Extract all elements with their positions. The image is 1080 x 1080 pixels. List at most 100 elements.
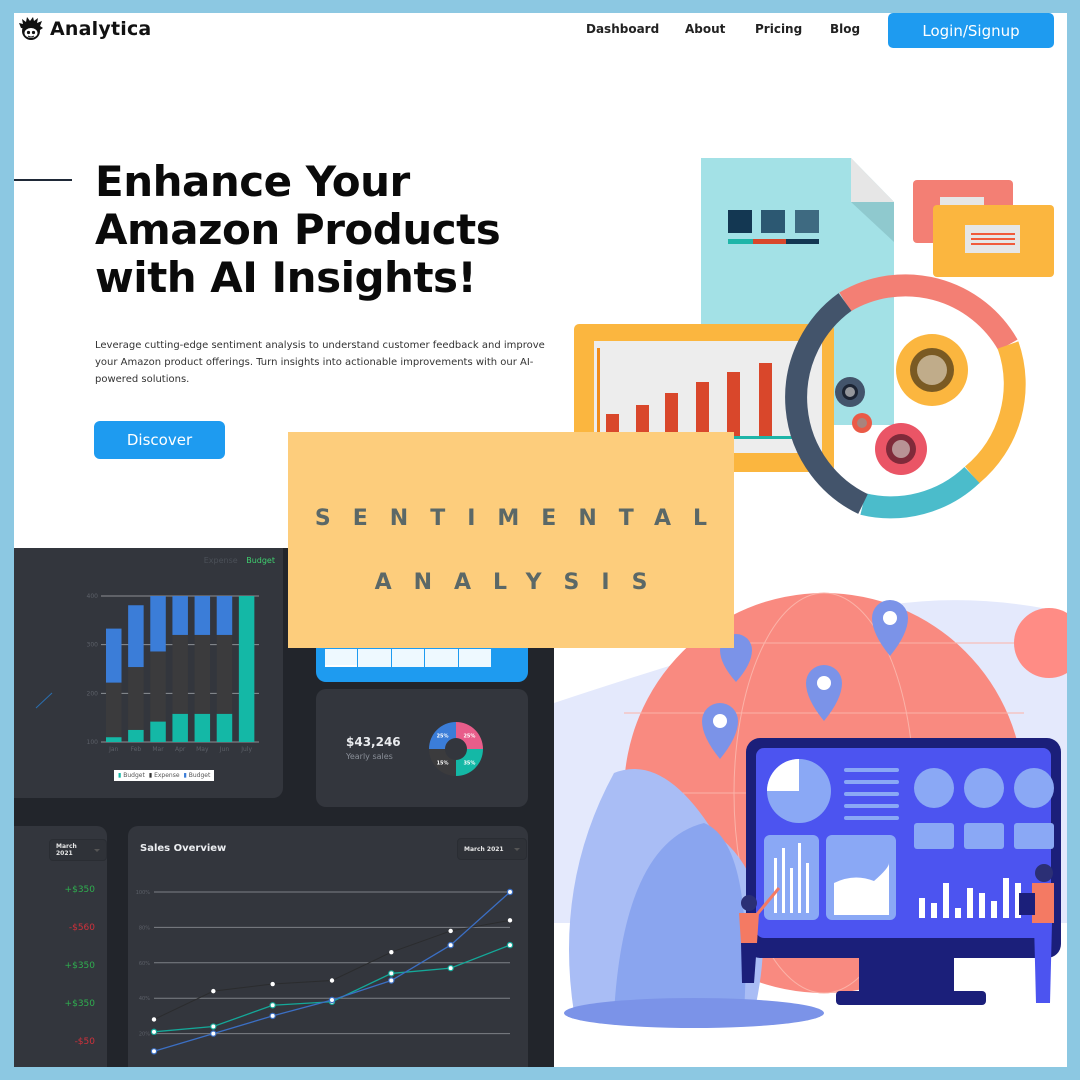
table-cell: [458, 649, 492, 667]
login-signup-button[interactable]: Login/Signup: [888, 13, 1054, 48]
data-point: [210, 1030, 217, 1037]
sales-overview-card: Sales Overview March 2021 0% 20% 40% 60% 80%…: [128, 826, 528, 1067]
data-point: [269, 1002, 276, 1009]
budget-expense-card: Expense Budget 100 200 300 400 Jan Feb Mar Apr M…: [14, 548, 283, 798]
sentiment-banner: SENTIMENTAL ANALYSIS: [288, 432, 734, 648]
data-point: [447, 941, 454, 949]
data-point: [329, 978, 335, 983]
data-point: [269, 1012, 276, 1020]
transaction-value: +$350: [64, 961, 95, 971]
bar-segment: [194, 713, 211, 742]
yearly-sales-label: Yearly sales: [346, 752, 393, 761]
bar-chart-icon: ▮: [118, 772, 122, 779]
stacked-bar-chart: 100 200 300 400 Jan Feb Mar Apr May Jun July: [35, 593, 259, 753]
bar-segment: [216, 713, 233, 742]
legend-item-budget: ▮ Budget: [183, 772, 211, 779]
transaction-value: -$50: [74, 1037, 95, 1047]
nav-pricing[interactable]: Pricing: [755, 22, 802, 36]
donut-label: 35%: [463, 760, 475, 766]
y-tick-label: 20%: [139, 1032, 150, 1038]
y-tick-label: 300: [87, 642, 99, 649]
x-tick-label: Feb: [131, 746, 142, 753]
table-cell: [425, 649, 458, 667]
discover-button[interactable]: Discover: [94, 421, 225, 459]
data-point: [328, 996, 336, 1004]
spiky-hair-mascot-icon: [19, 17, 43, 40]
bar-segment: [194, 596, 211, 635]
x-tick-label: Jan: [108, 746, 118, 753]
yearly-sales-card: $43,246 Yearly sales 25% 35% 15% 25%: [316, 689, 528, 807]
legend-item-budget: ▮ Budget: [118, 772, 145, 779]
data-point: [448, 928, 453, 934]
folder-icon: [913, 180, 1054, 277]
nav-blog[interactable]: Blog: [830, 22, 860, 36]
table-cell: [325, 649, 358, 667]
hero-accent-line: [14, 179, 72, 181]
donut-label: 25%: [463, 734, 475, 740]
nav-about[interactable]: About: [685, 22, 725, 36]
bar-segment: [238, 596, 255, 742]
data-point: [506, 941, 514, 949]
bar-segment: [172, 634, 188, 714]
line-series: [153, 944, 511, 1033]
top-navbar: Analytica Dashboard About Pricing Blog L…: [14, 13, 1067, 53]
month-dropdown[interactable]: March 2021: [49, 839, 107, 861]
transaction-value: +$350: [64, 999, 95, 1009]
bar-chart-icon: ▮: [183, 772, 187, 779]
bar-segment: [150, 596, 166, 652]
y-tick-label: 60%: [139, 961, 150, 967]
x-tick-label: May: [196, 746, 209, 753]
bar-segment: [128, 729, 144, 742]
hero-title-line: Enhance Your: [95, 157, 410, 206]
banner-line-1: SENTIMENTAL: [314, 506, 730, 531]
data-point: [447, 964, 454, 972]
brand-logo[interactable]: Analytica: [18, 16, 151, 42]
hero-title-line: with AI Insights!: [95, 253, 477, 302]
table-cell: [391, 649, 425, 667]
data-point: [211, 988, 216, 994]
hero-title-line: Amazon Products: [95, 205, 501, 254]
x-tick-label: July: [240, 746, 252, 753]
nav-dashboard[interactable]: Dashboard: [586, 22, 659, 36]
data-point: [150, 1028, 158, 1036]
y-tick-label: 40%: [139, 996, 150, 1002]
y-tick-label: 80%: [139, 925, 150, 931]
legend-item-expense: ▮ Expense: [148, 772, 180, 779]
table-cell: [358, 649, 391, 667]
bar-segment: [216, 596, 233, 635]
banner-line-2: ANALYSIS: [374, 570, 670, 595]
data-point: [507, 918, 513, 923]
bar-segment: [150, 721, 166, 742]
bar-segment: [150, 651, 166, 722]
data-point: [388, 970, 395, 977]
bar-chart-icon: ▮: [148, 772, 153, 779]
brand-name: Analytica: [50, 18, 152, 40]
partial-line-series: [35, 692, 53, 709]
global-dashboard-illustration: [554, 583, 1067, 1067]
bar-segment: [172, 713, 188, 742]
bar-segment: [216, 634, 233, 714]
bar-segment: [106, 628, 122, 683]
transaction-value: -$560: [68, 923, 95, 933]
data-point: [150, 1048, 158, 1055]
donut-label: 25%: [437, 734, 449, 740]
data-point: [388, 977, 395, 984]
bar-legend-bottom: ▮ Budget ▮ Expense ▮ Budget: [114, 770, 215, 781]
sales-donut-chart: 25% 35% 15% 25%: [429, 722, 483, 776]
x-tick-label: Jun: [219, 746, 230, 753]
y-tick-label: 400: [87, 593, 99, 600]
bar-segment: [172, 596, 188, 635]
data-point: [151, 1017, 157, 1022]
sales-line-chart: 0%20%40%60%80%100%2005 2006 2007 2008 2009 20…: [136, 888, 514, 1055]
y-tick-label: 100%: [136, 890, 151, 896]
x-tick-label: Apr: [175, 746, 186, 753]
hero-description: Leverage cutting-edge sentiment analysis…: [95, 340, 545, 385]
data-point: [210, 1023, 217, 1030]
data-point: [270, 981, 275, 987]
transactions-card: March 2021 +$350 -$560 +$350 +$350 -$50: [14, 826, 107, 1067]
y-tick-label: 200: [87, 690, 99, 697]
y-tick-label: 100: [87, 739, 99, 746]
bar-segment: [128, 605, 144, 668]
transaction-value: +$350: [64, 885, 95, 895]
hero-title: Enhance Your Amazon Products with AI Ins…: [95, 158, 565, 302]
